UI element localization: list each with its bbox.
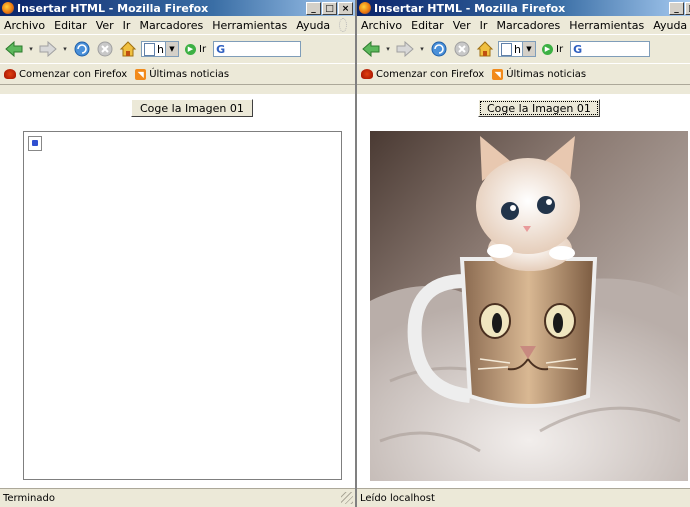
menu-marcadores[interactable]: Marcadores xyxy=(139,19,203,32)
menu-herramientas[interactable]: Herramientas xyxy=(212,19,287,32)
search-input[interactable]: G xyxy=(213,41,302,57)
kitten-paw-left xyxy=(487,244,513,258)
close-button[interactable]: × xyxy=(338,1,353,15)
maximize-button[interactable]: □ xyxy=(322,1,337,15)
menu-herramientas[interactable]: Herramientas xyxy=(569,19,644,32)
get-image-button[interactable]: Coge la Imagen 01 xyxy=(478,99,600,117)
status-text: Leído localhost xyxy=(360,492,435,504)
search-input[interactable]: G xyxy=(570,41,651,57)
kitten-eye-right xyxy=(537,196,555,214)
firefox-window-right: Insertar HTML - Mozilla Firefox _ □ Arch… xyxy=(357,0,690,507)
forward-dropdown-icon[interactable]: ▾ xyxy=(418,45,426,53)
window-title: Insertar HTML - Mozilla Firefox xyxy=(374,1,566,15)
back-arrow-icon[interactable] xyxy=(4,39,24,59)
bookmarks-toolbar: Comenzar con Firefox ◥ Últimas noticias xyxy=(357,63,690,85)
maximize-button[interactable]: □ xyxy=(685,1,690,15)
menu-ir[interactable]: Ir xyxy=(480,19,488,32)
firefox-window-left: Insertar HTML - Mozilla Firefox _ □ × Ar… xyxy=(0,0,355,507)
bookmark-comenzar[interactable]: Comenzar con Firefox xyxy=(4,69,127,80)
go-icon: ▶ xyxy=(185,43,196,55)
page-content: Coge la Imagen 01 xyxy=(357,94,690,489)
rss-icon: ◥ xyxy=(135,68,147,80)
status-bar: Leído localhost xyxy=(357,488,690,507)
resize-grip-icon[interactable] xyxy=(341,492,353,504)
page-content: Coge la Imagen 01 xyxy=(0,94,355,489)
menu-ir[interactable]: Ir xyxy=(123,19,131,32)
kitten-paw-right xyxy=(549,246,575,260)
menu-ver[interactable]: Ver xyxy=(96,19,114,32)
url-input[interactable]: h ▼ xyxy=(498,41,536,57)
menu-editar[interactable]: Editar xyxy=(411,19,444,32)
menu-ver[interactable]: Ver xyxy=(453,19,471,32)
go-label: Ir xyxy=(556,43,564,55)
stop-icon[interactable] xyxy=(95,39,115,59)
go-label: Ir xyxy=(199,43,207,55)
go-icon: ▶ xyxy=(542,43,553,55)
minimize-button[interactable]: _ xyxy=(669,1,684,15)
image-frame xyxy=(23,131,342,480)
search-engine-icon: G xyxy=(216,42,226,56)
forward-arrow-icon[interactable] xyxy=(395,39,415,59)
title-bar: Insertar HTML - Mozilla Firefox _ □ × xyxy=(0,0,355,16)
go-button[interactable]: ▶ Ir xyxy=(542,43,564,55)
firefox-icon xyxy=(2,2,14,14)
firefox-bookmark-icon xyxy=(361,69,373,79)
window-title: Insertar HTML - Mozilla Firefox xyxy=(17,1,209,15)
kitten-in-mug-image xyxy=(370,131,688,481)
firefox-icon xyxy=(359,2,371,14)
menu-marcadores[interactable]: Marcadores xyxy=(496,19,560,32)
page-icon xyxy=(501,42,512,56)
forward-dropdown-icon[interactable]: ▾ xyxy=(61,45,69,53)
broken-image-icon xyxy=(28,136,42,151)
throbber-icon xyxy=(339,18,347,32)
bookmark-comenzar[interactable]: Comenzar con Firefox xyxy=(361,69,484,80)
bookmark-ultimas-noticias[interactable]: ◥ Últimas noticias xyxy=(492,68,586,80)
rss-icon: ◥ xyxy=(492,68,504,80)
bookmarks-toolbar: Comenzar con Firefox ◥ Últimas noticias xyxy=(0,63,355,85)
navigation-toolbar: ▾ ▾ h ▼ ▶ Ir G xyxy=(357,34,690,63)
go-button[interactable]: ▶ Ir xyxy=(185,43,207,55)
menu-editar[interactable]: Editar xyxy=(54,19,87,32)
home-icon[interactable] xyxy=(475,39,495,59)
back-dropdown-icon[interactable]: ▾ xyxy=(384,45,392,53)
kitten-head xyxy=(476,158,580,254)
navigation-toolbar: ▾ ▾ h ▼ ▶ Ir G xyxy=(0,34,355,63)
mug xyxy=(459,257,598,408)
search-engine-icon: G xyxy=(573,42,583,56)
back-dropdown-icon[interactable]: ▾ xyxy=(27,45,35,53)
minimize-button[interactable]: _ xyxy=(306,1,321,15)
url-input[interactable]: h ▼ xyxy=(141,41,179,57)
forward-arrow-icon[interactable] xyxy=(38,39,58,59)
home-icon[interactable] xyxy=(118,39,138,59)
url-dropdown-button[interactable]: ▼ xyxy=(522,42,535,56)
reload-icon[interactable] xyxy=(72,39,92,59)
menu-bar: Archivo Editar Ver Ir Marcadores Herrami… xyxy=(0,16,355,34)
back-arrow-icon[interactable] xyxy=(361,39,381,59)
status-bar: Terminado xyxy=(0,488,355,507)
page-icon xyxy=(144,42,155,56)
kitten-eye-left xyxy=(501,202,519,220)
status-text: Terminado xyxy=(3,492,55,504)
get-image-button[interactable]: Coge la Imagen 01 xyxy=(131,99,253,117)
menu-ayuda[interactable]: Ayuda xyxy=(653,19,687,32)
menu-bar: Archivo Editar Ver Ir Marcadores Herrami… xyxy=(357,16,690,34)
menu-ayuda[interactable]: Ayuda xyxy=(296,19,330,32)
menu-archivo[interactable]: Archivo xyxy=(4,19,45,32)
title-bar: Insertar HTML - Mozilla Firefox _ □ xyxy=(357,0,690,16)
url-dropdown-button[interactable]: ▼ xyxy=(165,42,178,56)
stop-icon[interactable] xyxy=(452,39,472,59)
reload-icon[interactable] xyxy=(429,39,449,59)
menu-archivo[interactable]: Archivo xyxy=(361,19,402,32)
bookmark-ultimas-noticias[interactable]: ◥ Últimas noticias xyxy=(135,68,229,80)
firefox-bookmark-icon xyxy=(4,69,16,79)
